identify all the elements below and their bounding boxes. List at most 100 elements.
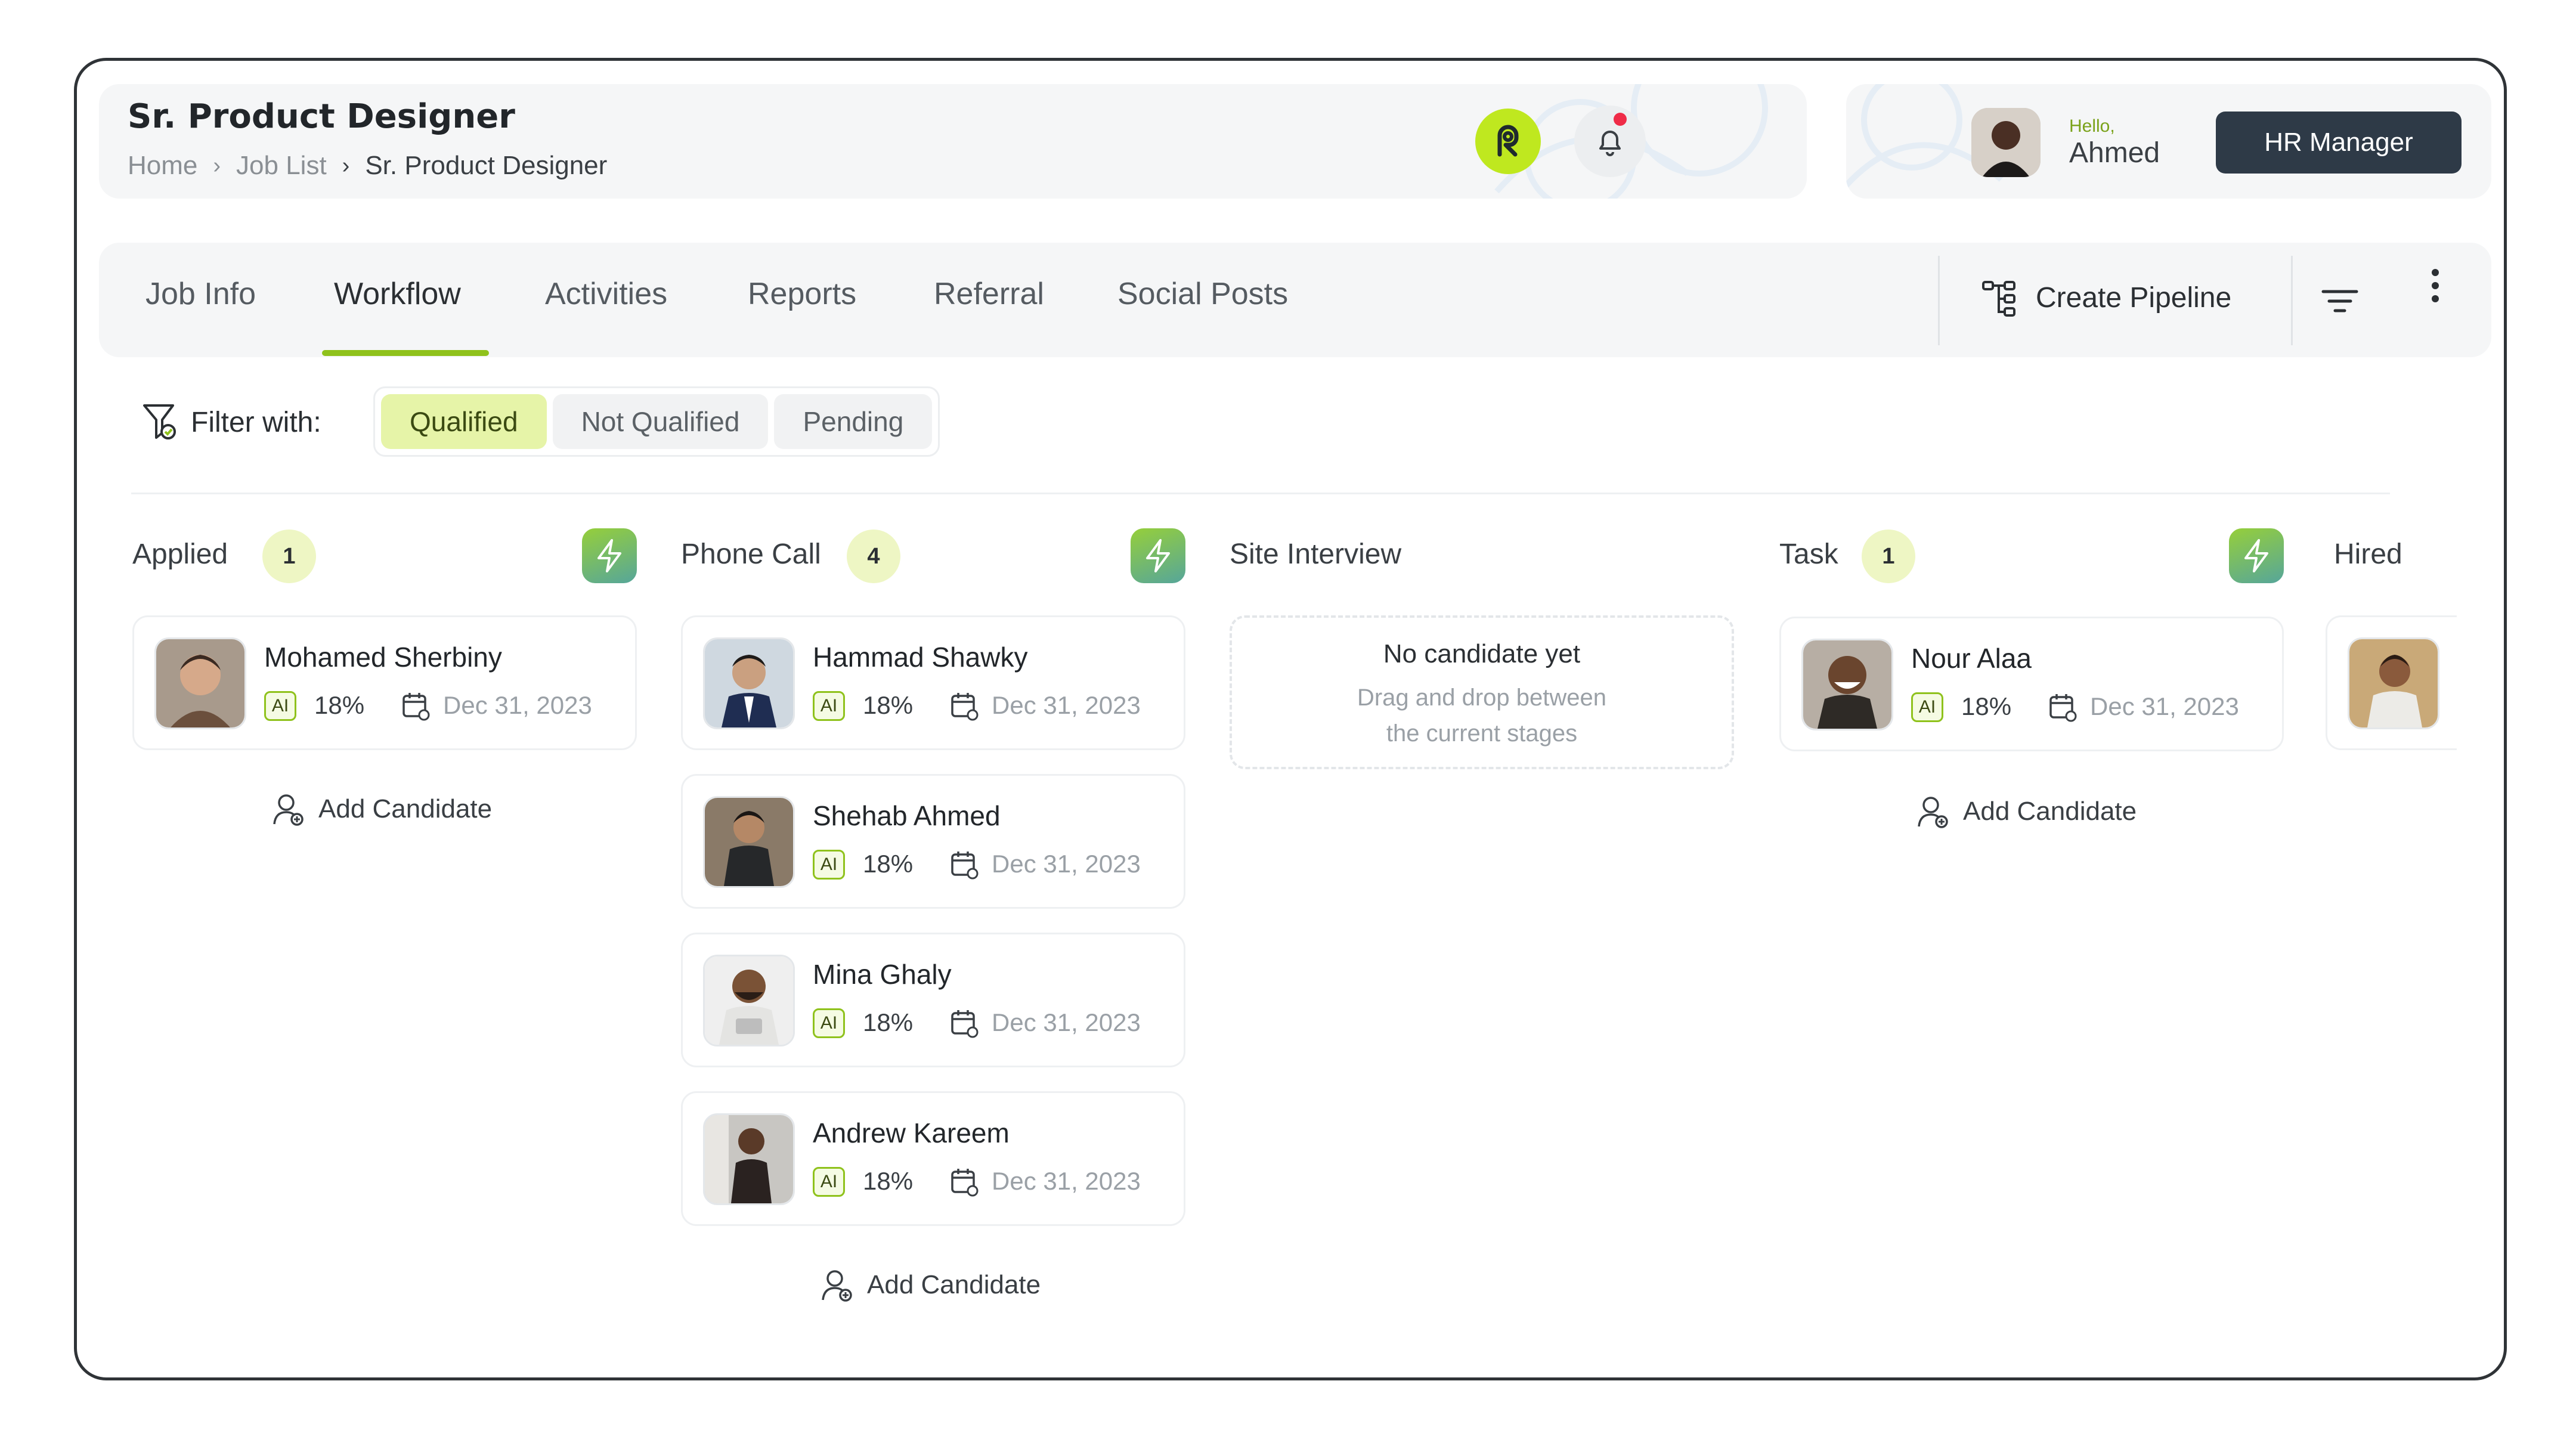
create-pipeline-button[interactable]: Create Pipeline [1980, 276, 2231, 319]
filter-label: Filter with: [141, 401, 321, 444]
add-candidate-button[interactable]: Add Candidate [272, 792, 492, 826]
filter-button[interactable] [2321, 287, 2359, 318]
filter-chip-not-qualified[interactable]: Not Qualified [552, 394, 769, 449]
automation-button[interactable] [2229, 528, 2284, 583]
divider [2291, 256, 2293, 345]
filter-lines-icon [2321, 290, 2358, 312]
count-badge: 4 [847, 530, 900, 583]
candidate-date: Dec 31, 2023 [992, 850, 1141, 878]
chevron-right-icon: › [213, 153, 221, 178]
user-card: Hello, Ahmed HR Manager [1846, 84, 2491, 199]
candidate-card[interactable]: Mohamed Sherbiny AI 18% Dec 31, 2023 [132, 615, 637, 750]
empty-state-hint: Drag and drop between the current stages [1232, 680, 1732, 751]
pipeline-icon [1982, 281, 2015, 317]
tab-reports[interactable]: Reports [748, 276, 856, 312]
ai-score: 18% [863, 1008, 914, 1036]
ai-score: 18% [863, 1167, 914, 1195]
page-title: Sr. Product Designer [128, 97, 515, 136]
tab-workflow[interactable]: Workflow [334, 276, 461, 312]
lightning-icon [597, 539, 621, 572]
active-tab-indicator [322, 350, 489, 356]
lightning-icon [1146, 539, 1170, 572]
tab-referral[interactable]: Referral [934, 276, 1044, 312]
breadcrumb-home[interactable]: Home [128, 151, 197, 181]
role-button[interactable]: HR Manager [2216, 112, 2462, 174]
tab-activities[interactable]: Activities [545, 276, 667, 312]
candidate-date: Dec 31, 2023 [992, 691, 1141, 719]
greeting: Hello, [2069, 116, 2115, 136]
candidate-date: Dec 31, 2023 [992, 1008, 1141, 1036]
ai-score: 18% [1961, 692, 2012, 720]
candidate-name: Nour Alaa [1911, 643, 2032, 674]
calendar-icon [951, 1010, 979, 1038]
empty-state-dropzone[interactable]: No candidate yet Drag and drop between t… [1230, 615, 1734, 769]
calendar-icon [951, 1169, 979, 1197]
automation-button[interactable] [1131, 528, 1185, 583]
ai-badge: AI [813, 850, 845, 880]
add-user-icon [822, 1270, 852, 1302]
candidate-avatar [2348, 637, 2439, 729]
candidate-photo [705, 639, 793, 727]
candidate-name: Hammad Shawky [813, 642, 1028, 673]
column-title: Phone Call [681, 538, 821, 570]
kebab-menu-icon [2432, 269, 2439, 302]
calendar-icon [2049, 694, 2077, 722]
calendar-icon [951, 693, 979, 721]
notifications-button[interactable] [1574, 106, 1646, 177]
calendar-icon [402, 693, 430, 721]
column-title: Task [1779, 538, 1838, 570]
brand-logo-icon [1497, 125, 1519, 157]
add-candidate-label: Add Candidate [867, 1270, 1041, 1299]
stage-column-task: Task 1 Nour Alaa AI 18% Dec 31, 2023 Add… [1779, 525, 2284, 828]
add-candidate-button[interactable]: Add Candidate [821, 1268, 1041, 1302]
candidate-card[interactable]: Shehab Ahmed AI 18% Dec 31, 2023 [681, 774, 1185, 909]
candidate-card[interactable]: Hammad Shawky AI 18% Dec 31, 2023 [681, 615, 1185, 750]
column-header: Task 1 [1779, 525, 2284, 584]
filter-chip-pending[interactable]: Pending [774, 394, 933, 449]
add-candidate-label: Add Candidate [1963, 797, 2137, 826]
empty-state-hint-line: Drag and drop between [1357, 685, 1607, 711]
more-options-button[interactable] [2428, 267, 2442, 308]
avatar[interactable] [1971, 108, 2041, 177]
candidate-name: Shehab Ahmed [813, 800, 1001, 831]
candidate-card[interactable]: Andrew Kareem AI 18% Dec 31, 2023 [681, 1091, 1185, 1226]
lightning-icon [2244, 539, 2268, 572]
candidate-photo [2349, 639, 2438, 727]
calendar-icon [951, 852, 979, 880]
candidate-photo [705, 956, 793, 1045]
add-candidate-button[interactable]: Add Candidate [1916, 794, 2137, 829]
ai-score: 18% [314, 691, 365, 719]
column-header: Site Interview [1230, 525, 1734, 584]
tab-job-info[interactable]: Job Info [145, 276, 256, 312]
column-title: Site Interview [1230, 538, 1402, 570]
candidate-card[interactable]: Nour Alaa AI 18% Dec 31, 2023 [1779, 617, 2284, 751]
column-header: Hired [2334, 525, 2513, 584]
column-title: Hired [2334, 538, 2402, 570]
breadcrumb-current: Sr. Product Designer [365, 151, 608, 180]
candidate-card[interactable]: Mina Ghaly AI 18% Dec 31, 2023 [681, 933, 1185, 1067]
divider [1938, 256, 1940, 345]
breadcrumb: Home › Job List › Sr. Product Designer [128, 151, 607, 181]
ai-score: 18% [863, 850, 914, 878]
stage-column-phone-call: Phone Call 4 Hammad Shawky AI 18% Dec 31… [681, 525, 1185, 1302]
ai-badge: AI [1911, 692, 1943, 722]
column-header: Phone Call 4 [681, 525, 1185, 584]
count-badge: 1 [262, 530, 316, 583]
candidate-name: Mina Ghaly [813, 959, 952, 990]
add-user-icon [273, 794, 304, 826]
candidate-card[interactable] [2326, 615, 2457, 750]
create-pipeline-label: Create Pipeline [2036, 281, 2232, 314]
count-badge: 1 [1862, 530, 1915, 583]
tab-social-posts[interactable]: Social Posts [1117, 276, 1288, 312]
column-header: Applied 1 [132, 525, 637, 584]
candidate-avatar [1801, 639, 1893, 730]
breadcrumb-job-list[interactable]: Job List [236, 151, 327, 181]
brand-logo-button[interactable] [1475, 109, 1541, 174]
candidate-photo [705, 798, 793, 886]
filter-chip-qualified[interactable]: Qualified [381, 394, 547, 449]
candidate-avatar [703, 796, 795, 888]
filter-funnel-icon [143, 404, 176, 439]
ai-score: 18% [863, 691, 914, 719]
automation-button[interactable] [582, 528, 637, 583]
candidate-photo [1803, 640, 1891, 729]
